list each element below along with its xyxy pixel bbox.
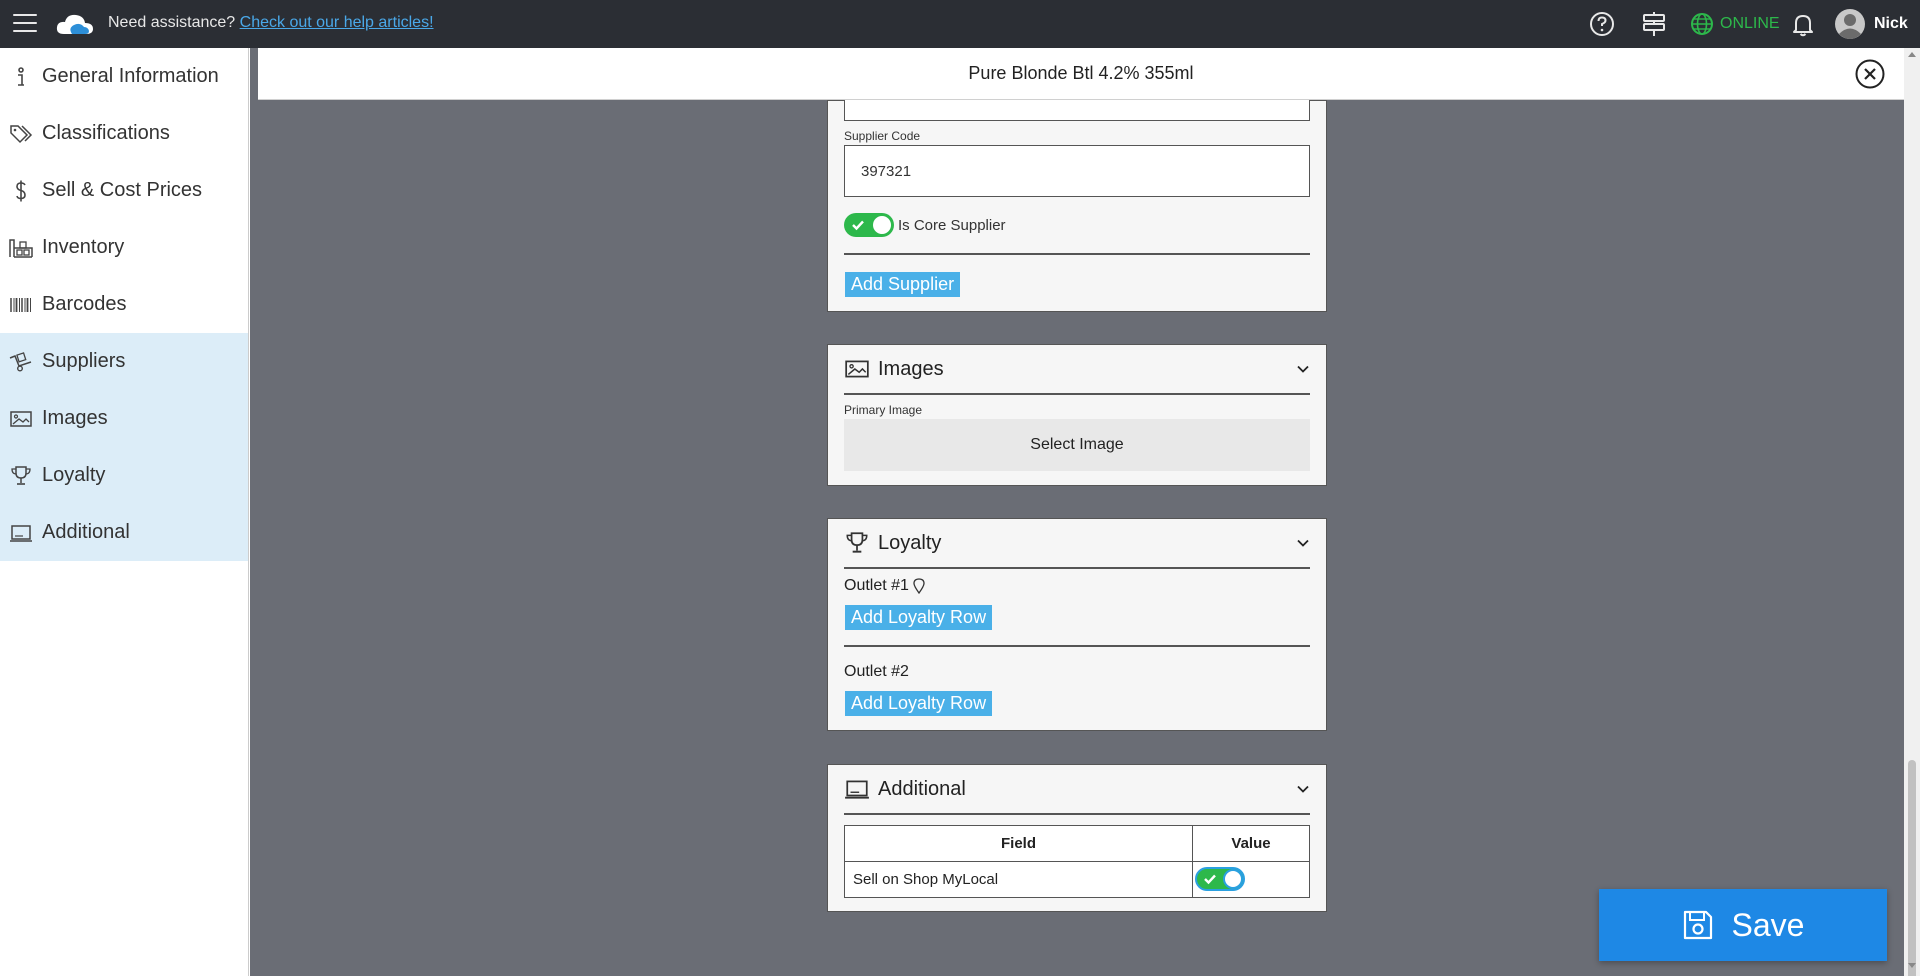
loyalty-card: Loyalty Outlet #1 Add Loyalty Row Outlet…	[827, 518, 1327, 731]
laptop-icon	[8, 520, 34, 546]
supplier-code-label: Supplier Code	[844, 129, 921, 143]
additional-card-title: Additional	[878, 777, 966, 800]
sidebar-item-label: General Information	[42, 65, 219, 87]
field-column-header: Field	[844, 825, 1193, 862]
check-icon	[1204, 874, 1216, 885]
outlet-2-label: Outlet #2	[844, 663, 909, 681]
warehouse-icon	[8, 235, 34, 261]
outlet-1-label: Outlet #1	[844, 577, 925, 595]
sidebar-item-label: Classifications	[42, 122, 170, 144]
sidebar-item-general-information[interactable]: General Information	[0, 48, 248, 105]
floppy-disk-icon	[1683, 910, 1712, 940]
signpost-icon[interactable]	[1641, 11, 1667, 37]
additional-fields-table: Field Value Sell on Shop MyLocal	[844, 825, 1310, 898]
online-status-label: ONLINE	[1720, 15, 1780, 32]
sidebar-item-label: Sell & Cost Prices	[42, 179, 203, 201]
chevron-down-icon[interactable]	[1296, 362, 1310, 376]
additional-card: Additional Field Value Sell on Shop MyLo…	[827, 764, 1327, 912]
divider	[844, 253, 1310, 255]
check-icon	[852, 220, 864, 231]
help-articles-link[interactable]: Check out our help articles!	[240, 14, 434, 31]
loyalty-card-title: Loyalty	[878, 531, 942, 554]
sidebar-item-label: Loyalty	[42, 464, 106, 486]
panel-header: Pure Blonde Btl 4.2% 355ml	[258, 48, 1904, 100]
images-card: Images Primary Image Select Image	[827, 344, 1327, 486]
field-cell: Sell on Shop MyLocal	[844, 861, 1193, 898]
core-supplier-toggle[interactable]	[844, 213, 894, 237]
sidebar-item-label: Additional	[42, 521, 130, 543]
save-button-label: Save	[1731, 906, 1805, 943]
menu-icon[interactable]	[13, 14, 37, 34]
sidebar-item-barcodes[interactable]: Barcodes	[0, 276, 248, 333]
outlet-2-name: Outlet #2	[844, 663, 909, 680]
add-loyalty-row-button-outlet-2[interactable]: Add Loyalty Row	[845, 691, 993, 716]
avatar-icon	[1835, 9, 1865, 39]
table-header-row: Field Value	[844, 825, 1310, 862]
user-name: Nick	[1874, 15, 1908, 32]
sidebar-item-label: Barcodes	[42, 293, 127, 315]
sidebar-item-label: Inventory	[42, 236, 125, 258]
sidebar-item-sell-cost-prices[interactable]: Sell & Cost Prices	[0, 162, 248, 219]
user-menu[interactable]: Nick	[1834, 8, 1908, 40]
assistance-label: Need assistance?	[108, 14, 236, 31]
add-loyalty-row-button-outlet-1[interactable]: Add Loyalty Row	[845, 605, 993, 630]
scrollbar[interactable]	[1904, 48, 1920, 976]
images-card-header: Images	[844, 345, 1310, 395]
trophy-icon	[8, 463, 34, 489]
top-bar: Need assistance? Check out our help arti…	[0, 0, 1920, 48]
laptop-icon	[845, 780, 869, 799]
chevron-down-icon[interactable]	[1296, 782, 1310, 796]
divider	[844, 645, 1310, 647]
help-icon[interactable]	[1589, 11, 1615, 37]
sidebar-item-label: Suppliers	[42, 350, 126, 372]
images-card-title: Images	[878, 357, 944, 380]
chevron-down-icon[interactable]	[1296, 536, 1310, 550]
sidebar-item-suppliers[interactable]: Suppliers	[0, 333, 248, 390]
suppliers-card: Supplier Code 397321 Is Core Supplier Ad…	[827, 89, 1327, 312]
sidebar: General Information Classifications Sell…	[0, 48, 249, 976]
assistance-text: Need assistance? Check out our help arti…	[108, 14, 434, 32]
additional-card-header: Additional	[844, 765, 1310, 815]
sidebar-item-loyalty[interactable]: Loyalty	[0, 447, 248, 504]
dollar-icon	[8, 178, 34, 204]
sidebar-item-classifications[interactable]: Classifications	[0, 105, 248, 162]
outlet-1-name: Outlet #1	[844, 577, 909, 594]
image-icon	[845, 360, 869, 378]
loyalty-card-header: Loyalty	[844, 519, 1310, 569]
globe-icon	[1691, 13, 1713, 35]
sidebar-item-inventory[interactable]: Inventory	[0, 219, 248, 276]
sidebar-item-images[interactable]: Images	[0, 390, 248, 447]
core-supplier-label: Is Core Supplier	[898, 217, 1006, 234]
barcode-icon	[8, 292, 34, 318]
supplier-code-field[interactable]: 397321	[844, 145, 1310, 197]
image-icon	[8, 406, 34, 432]
table-row: Sell on Shop MyLocal	[844, 861, 1310, 898]
value-column-header: Value	[1192, 825, 1310, 862]
online-status[interactable]: ONLINE	[1690, 12, 1780, 36]
location-pin-icon	[913, 578, 925, 594]
add-supplier-button[interactable]: Add Supplier	[845, 272, 961, 297]
bell-icon[interactable]	[1790, 11, 1816, 37]
sidebar-item-label: Images	[42, 407, 108, 429]
value-cell	[1192, 861, 1310, 898]
scrollbar-thumb[interactable]	[1908, 760, 1916, 976]
truck-icon	[8, 349, 34, 375]
app-logo	[56, 14, 93, 34]
panel-title: Pure Blonde Btl 4.2% 355ml	[968, 63, 1194, 83]
tags-icon	[8, 121, 34, 147]
sidebar-item-additional[interactable]: Additional	[0, 504, 248, 561]
primary-image-label: Primary Image	[844, 403, 923, 417]
select-image-button[interactable]: Select Image	[844, 419, 1310, 471]
info-icon	[8, 64, 34, 90]
trophy-icon	[846, 532, 868, 553]
sell-on-shop-toggle[interactable]	[1195, 867, 1245, 891]
save-button[interactable]: Save	[1599, 889, 1887, 961]
close-icon[interactable]	[1854, 58, 1886, 90]
